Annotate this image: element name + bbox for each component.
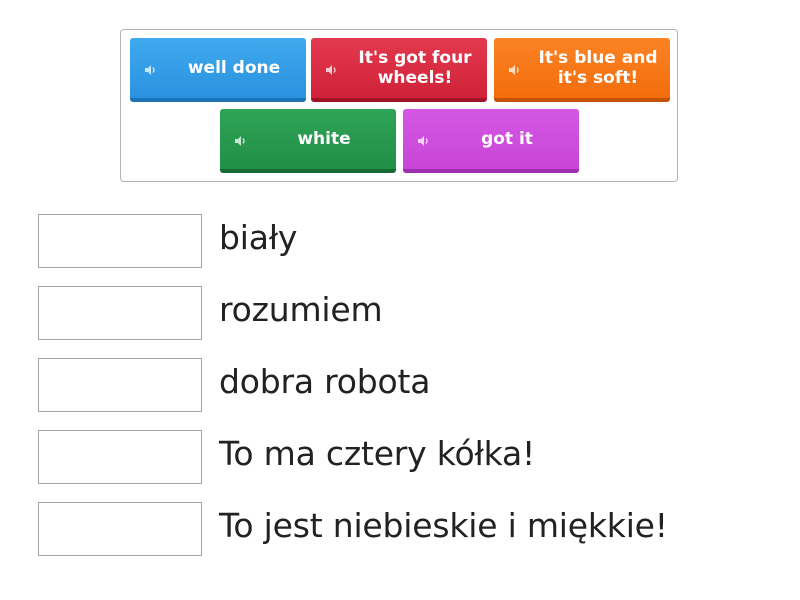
tile-well-done[interactable]: well done <box>130 38 306 102</box>
drop-target[interactable] <box>38 430 202 484</box>
match-row: To jest niebieskie i miękkie! <box>38 502 778 558</box>
speaker-icon[interactable] <box>417 135 431 147</box>
tile-label: white <box>297 129 351 149</box>
answer-tile-tray: well done It's got four wheels! It's blu… <box>120 29 678 182</box>
match-row: To ma cztery kółka! <box>38 430 778 486</box>
match-activity: well done It's got four wheels! It's blu… <box>0 0 800 600</box>
drop-target[interactable] <box>38 358 202 412</box>
drop-target[interactable] <box>38 502 202 556</box>
tile-four-wheels[interactable]: It's got four wheels! <box>311 38 487 102</box>
tile-got-it[interactable]: got it <box>403 109 579 173</box>
term-label: rozumiem <box>219 290 383 329</box>
speaker-icon[interactable] <box>234 135 248 147</box>
match-row: biały <box>38 214 778 270</box>
term-label: biały <box>219 218 298 257</box>
tile-label: well done <box>187 58 281 78</box>
tile-white[interactable]: white <box>220 109 396 173</box>
match-row: rozumiem <box>38 286 778 342</box>
speaker-icon[interactable] <box>144 64 158 76</box>
drop-target[interactable] <box>38 214 202 268</box>
tile-label: got it <box>481 129 533 149</box>
match-row: dobra robota <box>38 358 778 414</box>
tile-label: It's got four wheels! <box>358 48 472 88</box>
term-label: To ma cztery kółka! <box>219 434 536 473</box>
tile-label: It's blue and it's soft! <box>538 48 658 88</box>
speaker-icon[interactable] <box>508 64 522 76</box>
tile-blue-and-soft[interactable]: It's blue and it's soft! <box>494 38 670 102</box>
drop-target[interactable] <box>38 286 202 340</box>
term-label: dobra robota <box>219 362 431 401</box>
term-label: To jest niebieskie i miękkie! <box>219 506 668 545</box>
speaker-icon[interactable] <box>325 64 339 76</box>
